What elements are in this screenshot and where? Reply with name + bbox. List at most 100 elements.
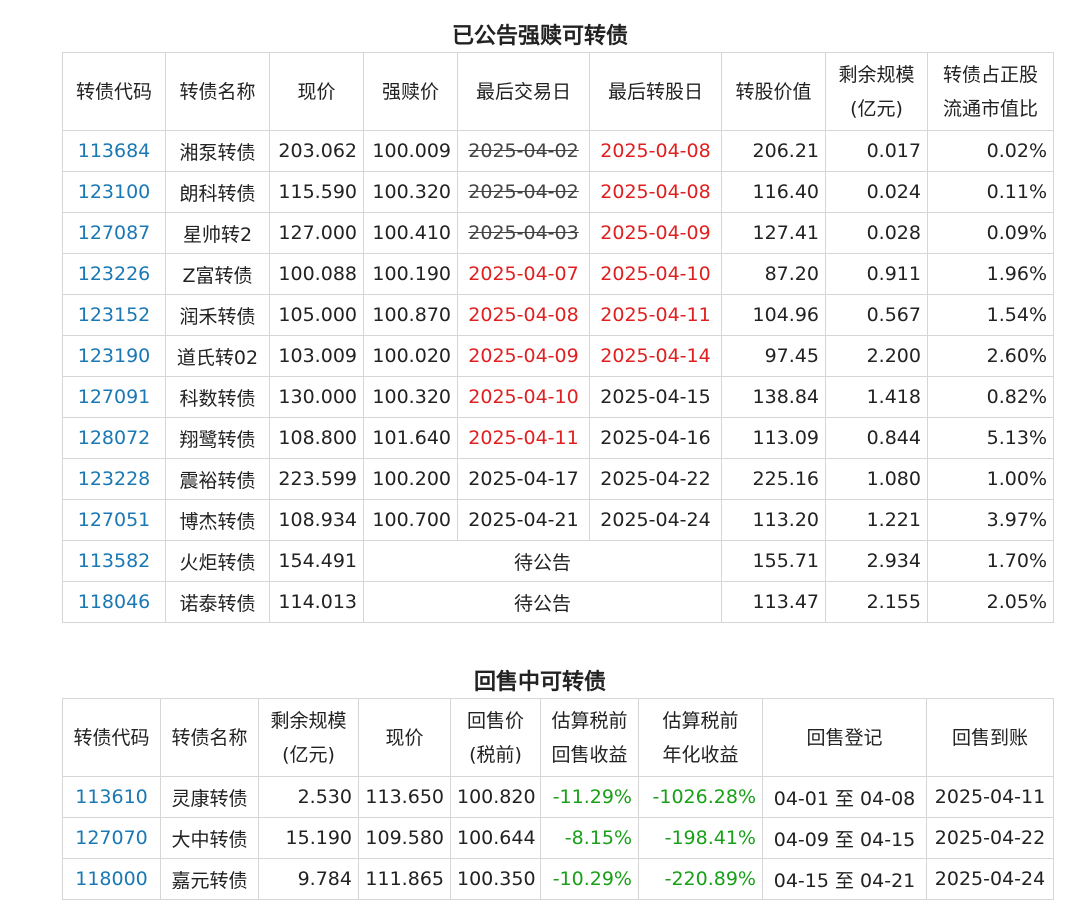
- remaining-size: 15.190: [258, 817, 359, 859]
- redeem-price-cell: 100.320: [363, 376, 458, 418]
- bond-code-link[interactable]: 123152: [62, 294, 166, 336]
- bond-code-link[interactable]: 118046: [62, 581, 166, 623]
- price-cell: 223.599: [269, 458, 364, 500]
- table-row: 123152 润禾转债 105.000 100.870 2025-04-08 2025-0…: [62, 294, 1054, 336]
- table-row: 127091 科数转债 130.000 100.320 2025-04-10 2025-0…: [62, 376, 1054, 418]
- column-header: 回售到账: [926, 698, 1054, 777]
- remaining-size: 2.155: [825, 581, 928, 623]
- remaining-size: 0.028: [825, 212, 928, 254]
- annualized-yield: -1026.28%: [638, 776, 763, 818]
- put-registration-period: 04-15 至 04-21: [762, 858, 927, 900]
- put-arrival-date: 2025-04-24: [926, 858, 1054, 900]
- bond-code-link[interactable]: 123226: [62, 253, 166, 295]
- redeem-price-cell: 100.020: [363, 335, 458, 377]
- conversion-value: 113.09: [721, 417, 826, 459]
- float-ratio: 2.60%: [927, 335, 1054, 377]
- column-header: 回售价 (税前): [450, 698, 541, 777]
- table-row: 123228 震裕转债 223.599 100.200 2025-04-17 2025-0…: [62, 458, 1054, 500]
- last-conversion-date: 2025-04-09: [589, 212, 722, 254]
- pending-announcement: 待公告: [363, 540, 722, 582]
- last-trade-date: 2025-04-07: [457, 253, 590, 295]
- bond-code-link[interactable]: 113684: [62, 130, 166, 172]
- table-header-row: 转债代码 转债名称 剩余规模 (亿元) 现价 回售价 (税前) 估算税前 回售收益 估算税前 年化收…: [62, 698, 1054, 777]
- bond-code-link[interactable]: 127091: [62, 376, 166, 418]
- price-cell: 111.865: [358, 858, 451, 900]
- bond-code-link[interactable]: 123100: [62, 171, 166, 213]
- column-header: 回售登记: [762, 698, 927, 777]
- remaining-size: 0.024: [825, 171, 928, 213]
- conversion-value: 97.45: [721, 335, 826, 377]
- last-conversion-date: 2025-04-15: [589, 376, 722, 418]
- last-conversion-date: 2025-04-14: [589, 335, 722, 377]
- remaining-size: 0.844: [825, 417, 928, 459]
- conversion-value: 155.71: [721, 540, 826, 582]
- bond-code-link[interactable]: 127051: [62, 499, 166, 541]
- last-trade-date: 2025-04-08: [457, 294, 590, 336]
- float-ratio: 0.82%: [927, 376, 1054, 418]
- remaining-size: 9.784: [258, 858, 359, 900]
- price-cell: 109.580: [358, 817, 451, 859]
- bond-code-link[interactable]: 118000: [62, 858, 161, 900]
- table-row: 113582 火炬转债 154.491 待公告 155.71 2.934 1.70%: [62, 540, 1054, 582]
- column-header: 现价: [358, 698, 451, 777]
- remaining-size: 0.567: [825, 294, 928, 336]
- last-conversion-date: 2025-04-11: [589, 294, 722, 336]
- bond-name: 嘉元转债: [160, 858, 259, 900]
- price-cell: 113.650: [358, 776, 451, 818]
- bond-code-link[interactable]: 128072: [62, 417, 166, 459]
- column-header: 转债占正股 流通市值比: [927, 52, 1054, 131]
- table-row: 127087 星帅转2 127.000 100.410 2025-04-03 2025-0…: [62, 212, 1054, 254]
- price-cell: 108.934: [269, 499, 364, 541]
- remaining-size: 0.911: [825, 253, 928, 295]
- bond-name: 灵康转债: [160, 776, 259, 818]
- bond-code-link[interactable]: 123228: [62, 458, 166, 500]
- put-yield: -10.29%: [540, 858, 639, 900]
- bond-code-link[interactable]: 113582: [62, 540, 166, 582]
- last-trade-date: 2025-04-02: [457, 171, 590, 213]
- price-cell: 127.000: [269, 212, 364, 254]
- float-ratio: 1.00%: [927, 458, 1054, 500]
- bond-code-link[interactable]: 123190: [62, 335, 166, 377]
- float-ratio: 0.09%: [927, 212, 1054, 254]
- put-price-cell: 100.644: [450, 817, 541, 859]
- bond-name: 道氏转02: [165, 335, 270, 377]
- conversion-value: 127.41: [721, 212, 826, 254]
- last-trade-date: 2025-04-21: [457, 499, 590, 541]
- price-cell: 108.800: [269, 417, 364, 459]
- bond-name: 火炬转债: [165, 540, 270, 582]
- column-header: 最后转股日: [589, 52, 722, 131]
- column-header: 转债名称: [165, 52, 270, 131]
- redeem-price-cell: 100.320: [363, 171, 458, 213]
- price-cell: 203.062: [269, 130, 364, 172]
- conversion-value: 206.21: [721, 130, 826, 172]
- column-header: 估算税前 回售收益: [540, 698, 639, 777]
- last-conversion-date: 2025-04-22: [589, 458, 722, 500]
- bond-name: 星帅转2: [165, 212, 270, 254]
- putback-table-title: 回售中可转债: [473, 670, 606, 695]
- bond-name: 大中转债: [160, 817, 259, 859]
- column-header: 估算税前 年化收益: [638, 698, 763, 777]
- price-cell: 105.000: [269, 294, 364, 336]
- table-row: 123100 朗科转债 115.590 100.320 2025-04-02 2025-0…: [62, 171, 1054, 213]
- bond-code-link[interactable]: 113610: [62, 776, 161, 818]
- bond-code-link[interactable]: 127070: [62, 817, 161, 859]
- bond-code-link[interactable]: 127087: [62, 212, 166, 254]
- price-cell: 103.009: [269, 335, 364, 377]
- last-trade-date: 2025-04-10: [457, 376, 590, 418]
- remaining-size: 1.221: [825, 499, 928, 541]
- bond-name: 翔鹭转债: [165, 417, 270, 459]
- conversion-value: 113.20: [721, 499, 826, 541]
- bond-name: 朗科转债: [165, 171, 270, 213]
- redeem-price-cell: 100.410: [363, 212, 458, 254]
- float-ratio: 0.02%: [927, 130, 1054, 172]
- table-row: 127051 博杰转债 108.934 100.700 2025-04-21 2025-0…: [62, 499, 1054, 541]
- last-conversion-date: 2025-04-08: [589, 130, 722, 172]
- conversion-value: 116.40: [721, 171, 826, 213]
- float-ratio: 0.11%: [927, 171, 1054, 213]
- last-trade-date: 2025-04-02: [457, 130, 590, 172]
- table-row: 128072 翔鹭转债 108.800 101.640 2025-04-11 2025-0…: [62, 417, 1054, 459]
- conversion-value: 225.16: [721, 458, 826, 500]
- bond-name: 诺泰转债: [165, 581, 270, 623]
- conversion-value: 113.47: [721, 581, 826, 623]
- price-cell: 154.491: [269, 540, 364, 582]
